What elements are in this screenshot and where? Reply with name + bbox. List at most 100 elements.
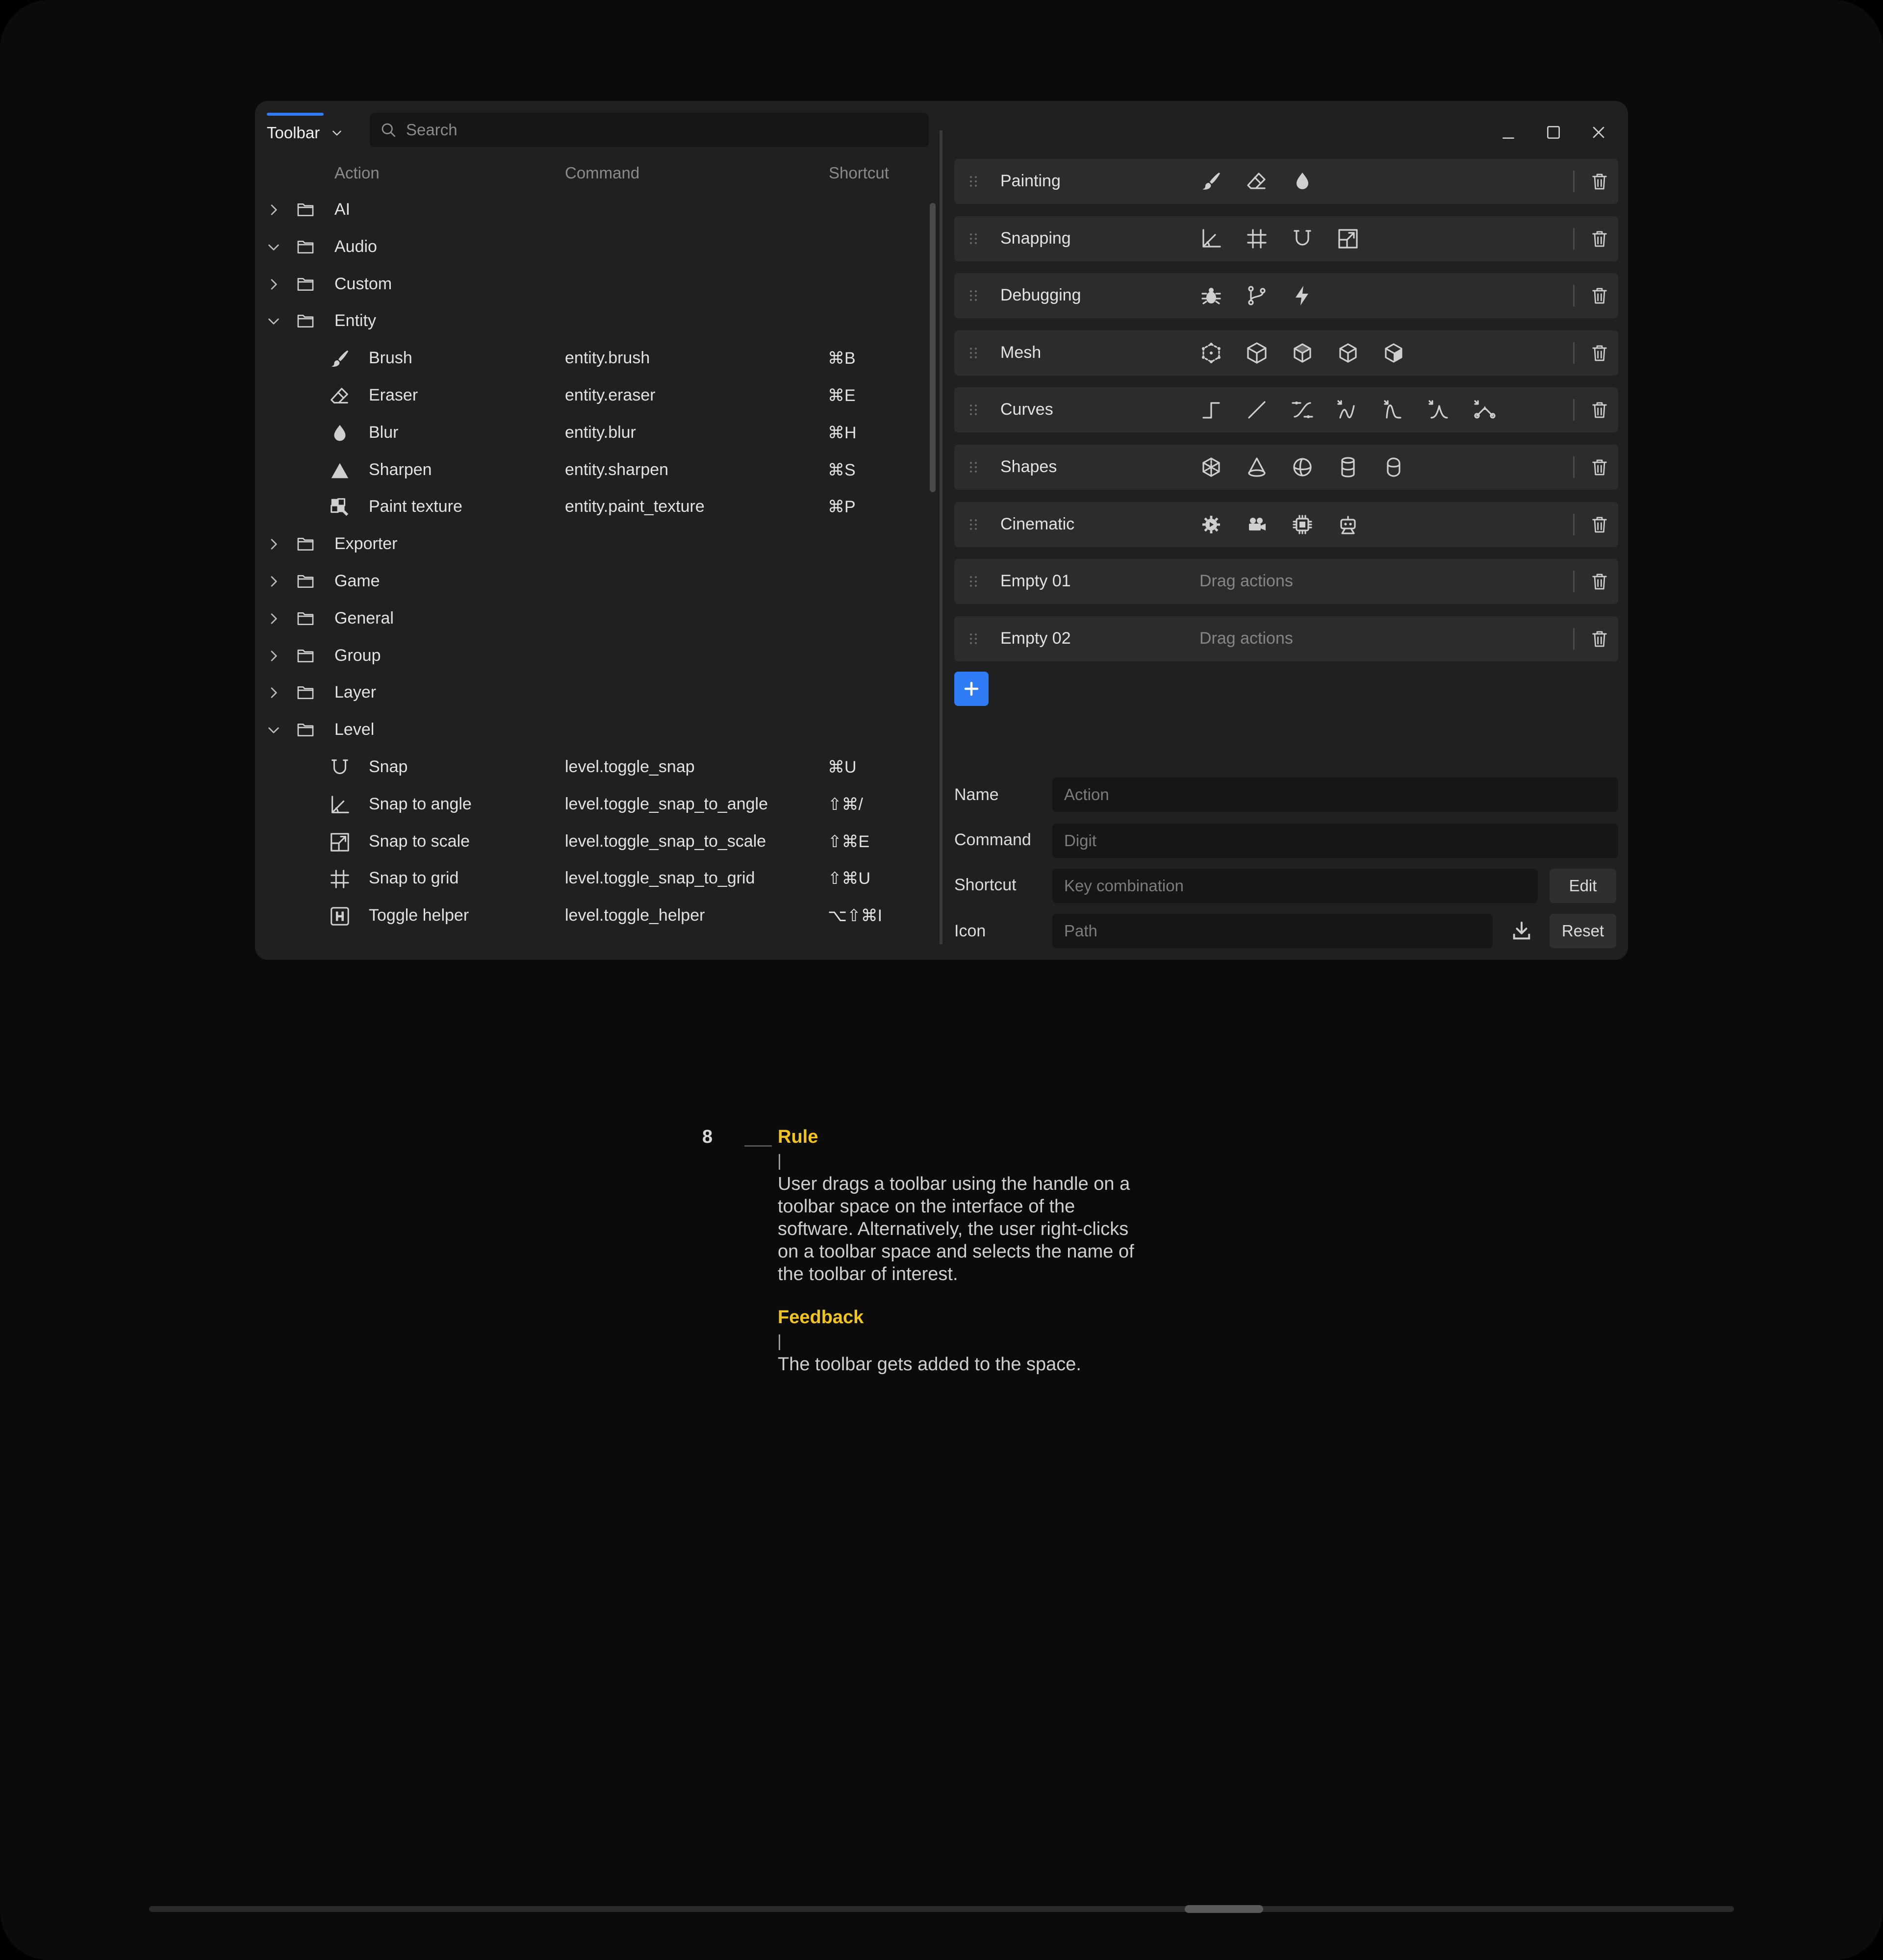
maximize-icon[interactable] (1544, 123, 1563, 142)
cube-icon[interactable] (1199, 455, 1223, 479)
icon-path-input[interactable] (1052, 914, 1493, 948)
drag-handle-icon[interactable] (966, 458, 981, 476)
trash-icon[interactable] (1590, 228, 1609, 250)
tree-action-row[interactable]: Eraser entity.eraser ⌘E (255, 377, 932, 414)
tree-action-row[interactable]: Snap to grid level.toggle_snap_to_grid ⇧⌘U (255, 860, 932, 897)
trash-icon[interactable] (1590, 456, 1609, 478)
drag-handle-icon[interactable] (966, 516, 981, 533)
column-header-shortcut[interactable]: Shortcut (829, 164, 889, 182)
mesh-solid-icon[interactable] (1382, 341, 1405, 365)
curve-step-icon[interactable] (1199, 398, 1223, 422)
tree-folder-row[interactable]: Layer (255, 674, 932, 711)
column-header-action[interactable]: Action (334, 164, 380, 182)
chevron-down-icon[interactable] (331, 126, 343, 139)
curve-peak-icon[interactable] (1382, 398, 1405, 422)
trash-icon[interactable] (1590, 514, 1609, 535)
tree-action-row[interactable]: Paint texture entity.paint_texture ⌘P (255, 488, 932, 526)
toolbar-row[interactable]: Curves (954, 387, 1618, 433)
chevron-down-icon[interactable] (266, 239, 281, 255)
drag-handle-icon[interactable] (966, 173, 981, 190)
tree-action-row[interactable]: Toggle helper level.toggle_helper ⌥⇧⌘I (255, 897, 932, 934)
brush-icon[interactable] (1199, 170, 1223, 193)
trash-icon[interactable] (1590, 285, 1609, 306)
drag-handle-icon[interactable] (966, 230, 981, 248)
trash-icon[interactable] (1590, 342, 1609, 364)
angle-icon[interactable] (1199, 227, 1223, 251)
minimize-icon[interactable] (1499, 123, 1518, 142)
branch-icon[interactable] (1245, 284, 1269, 307)
chevron-right-icon[interactable] (266, 648, 281, 664)
blur-drop-icon[interactable] (1291, 170, 1314, 193)
chevron-right-icon[interactable] (266, 685, 281, 701)
search-box[interactable] (370, 113, 929, 147)
mesh-object-icon[interactable] (1336, 341, 1360, 365)
shortcut-input[interactable] (1052, 869, 1538, 903)
movie-camera-icon[interactable] (1245, 513, 1269, 536)
drag-handle-icon[interactable] (966, 573, 981, 590)
download-icon[interactable] (1510, 920, 1533, 942)
toolbar-row[interactable]: Debugging (954, 273, 1618, 319)
curve-bezier-icon[interactable] (1291, 398, 1314, 422)
toolbar-row[interactable]: Cinematic (954, 502, 1618, 547)
sphere-icon[interactable] (1291, 455, 1314, 479)
curve-linear-icon[interactable] (1245, 398, 1269, 422)
search-input[interactable] (405, 120, 897, 140)
toolbar-row[interactable]: Mesh (954, 330, 1618, 376)
drag-handle-icon[interactable] (966, 401, 981, 419)
cylinder-icon[interactable] (1336, 455, 1360, 479)
trash-icon[interactable] (1590, 399, 1609, 421)
trash-icon[interactable] (1590, 571, 1609, 592)
toolbar-row[interactable]: Shapes (954, 445, 1618, 490)
magnet-icon[interactable] (1291, 227, 1314, 251)
tree-folder-row[interactable]: Game (255, 563, 932, 600)
add-toolbar-button[interactable] (954, 672, 989, 706)
toolbar-row[interactable]: Snapping (954, 216, 1618, 261)
drag-handle-icon[interactable] (966, 287, 981, 304)
chevron-right-icon[interactable] (266, 611, 281, 627)
tree-folder-row[interactable]: Custom (255, 266, 932, 303)
lightning-icon[interactable] (1291, 284, 1314, 307)
column-header-command[interactable]: Command (565, 164, 639, 182)
chevron-right-icon[interactable] (266, 574, 281, 589)
tree-folder-row[interactable]: Entity (255, 302, 932, 340)
drag-handle-icon[interactable] (966, 344, 981, 362)
horizontal-scrollbar[interactable] (149, 1906, 1734, 1912)
scale-icon[interactable] (1336, 227, 1360, 251)
chevron-down-icon[interactable] (266, 722, 281, 738)
tree-action-row[interactable]: Snap to scale level.toggle_snap_to_scale ⇧… (255, 823, 932, 860)
trash-icon[interactable] (1590, 628, 1609, 650)
name-input[interactable] (1052, 778, 1618, 812)
chevron-right-icon[interactable] (266, 276, 281, 292)
curve-wave-icon[interactable] (1336, 398, 1360, 422)
tree-folder-row[interactable]: General (255, 600, 932, 637)
edit-shortcut-button[interactable]: Edit (1550, 869, 1616, 903)
curve-nodes-icon[interactable] (1473, 398, 1497, 422)
bug-icon[interactable] (1199, 284, 1223, 307)
tree-folder-row[interactable]: Exporter (255, 526, 932, 563)
capsule-icon[interactable] (1382, 455, 1405, 479)
pane-divider[interactable] (940, 130, 942, 944)
eraser-icon[interactable] (1245, 170, 1269, 193)
command-input[interactable] (1052, 824, 1618, 858)
tree-folder-row[interactable]: AI (255, 191, 932, 228)
mesh-edges-icon[interactable] (1245, 341, 1269, 365)
grid-icon[interactable] (1245, 227, 1269, 251)
chevron-right-icon[interactable] (266, 202, 281, 218)
horizontal-scrollbar-thumb[interactable] (1185, 1905, 1263, 1913)
chevron-right-icon[interactable] (266, 536, 281, 552)
trash-icon[interactable] (1590, 171, 1609, 192)
chip-icon[interactable] (1291, 513, 1314, 536)
mesh-faces-icon[interactable] (1291, 341, 1314, 365)
toolbar-row[interactable]: Empty 02 Drag actions (954, 616, 1618, 661)
close-icon[interactable] (1589, 123, 1608, 142)
toolbar-row[interactable]: Empty 01 Drag actions (954, 559, 1618, 604)
cone-icon[interactable] (1245, 455, 1269, 479)
tree-folder-row[interactable]: Audio (255, 228, 932, 266)
tree-action-row[interactable]: Blur entity.blur ⌘H (255, 414, 932, 452)
toolbar-row[interactable]: Painting (954, 159, 1618, 204)
chevron-down-icon[interactable] (266, 313, 281, 329)
tree-folder-row[interactable]: Level (255, 711, 932, 749)
tree-action-row[interactable]: Snap to angle level.toggle_snap_to_angle ⇧… (255, 786, 932, 823)
tree-folder-row[interactable]: Group (255, 637, 932, 675)
mesh-vertices-icon[interactable] (1199, 341, 1223, 365)
